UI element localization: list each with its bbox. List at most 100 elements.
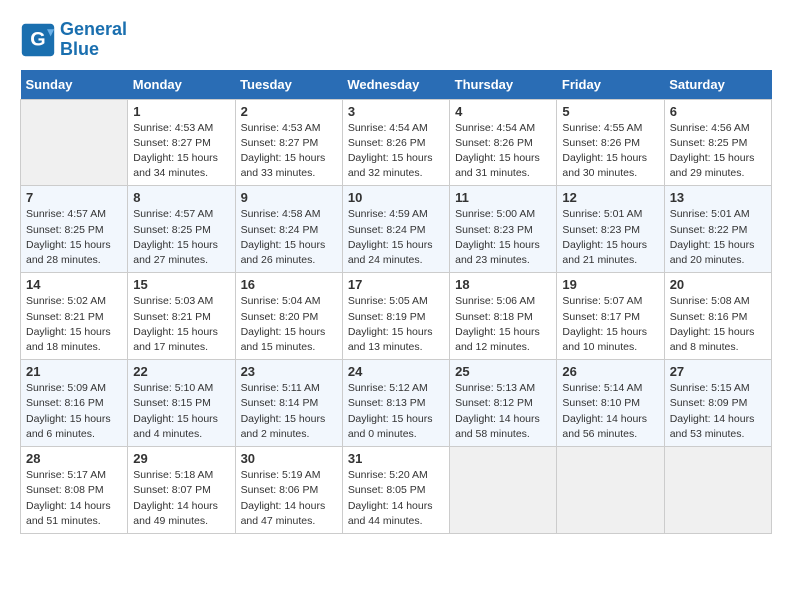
day-details: Sunrise: 5:00 AMSunset: 8:23 PMDaylight:… (455, 207, 551, 268)
week-row-5: 28 Sunrise: 5:17 AMSunset: 8:08 PMDayligh… (21, 447, 772, 534)
day-cell: 29 Sunrise: 5:18 AMSunset: 8:07 PMDayligh… (128, 447, 235, 534)
day-details: Sunrise: 5:14 AMSunset: 8:10 PMDaylight:… (562, 381, 658, 442)
day-cell: 27 Sunrise: 5:15 AMSunset: 8:09 PMDayligh… (664, 360, 771, 447)
day-details: Sunrise: 4:58 AMSunset: 8:24 PMDaylight:… (241, 207, 337, 268)
day-details: Sunrise: 5:07 AMSunset: 8:17 PMDaylight:… (562, 294, 658, 355)
day-cell: 10 Sunrise: 4:59 AMSunset: 8:24 PMDayligh… (342, 186, 449, 273)
week-row-2: 7 Sunrise: 4:57 AMSunset: 8:25 PMDaylight… (21, 186, 772, 273)
day-details: Sunrise: 5:03 AMSunset: 8:21 PMDaylight:… (133, 294, 229, 355)
day-number: 25 (455, 364, 551, 379)
day-cell: 7 Sunrise: 4:57 AMSunset: 8:25 PMDaylight… (21, 186, 128, 273)
day-number: 4 (455, 104, 551, 119)
day-cell: 20 Sunrise: 5:08 AMSunset: 8:16 PMDayligh… (664, 273, 771, 360)
day-details: Sunrise: 4:53 AMSunset: 8:27 PMDaylight:… (241, 121, 337, 182)
day-cell: 2 Sunrise: 4:53 AMSunset: 8:27 PMDaylight… (235, 99, 342, 186)
logo-text: General Blue (60, 20, 127, 60)
day-cell: 26Sunrise: 5:14 AMSunset: 8:10 PMDayligh… (557, 360, 664, 447)
day-number: 12 (562, 190, 658, 205)
day-cell: 21 Sunrise: 5:09 AMSunset: 8:16 PMDayligh… (21, 360, 128, 447)
day-number: 5 (562, 104, 658, 119)
day-number: 21 (26, 364, 122, 379)
day-number: 22 (133, 364, 229, 379)
day-number: 31 (348, 451, 444, 466)
day-cell: 31 Sunrise: 5:20 AMSunset: 8:05 PMDayligh… (342, 447, 449, 534)
week-row-3: 14 Sunrise: 5:02 AMSunset: 8:21 PMDayligh… (21, 273, 772, 360)
week-row-1: 1Sunrise: 4:53 AMSunset: 8:27 PMDaylight… (21, 99, 772, 186)
day-details: Sunrise: 5:13 AMSunset: 8:12 PMDaylight:… (455, 381, 551, 442)
day-details: Sunrise: 4:55 AMSunset: 8:26 PMDaylight:… (562, 121, 658, 182)
day-number: 15 (133, 277, 229, 292)
header-cell-saturday: Saturday (664, 70, 771, 100)
day-details: Sunrise: 4:57 AMSunset: 8:25 PMDaylight:… (133, 207, 229, 268)
day-details: Sunrise: 5:09 AMSunset: 8:16 PMDaylight:… (26, 381, 122, 442)
day-number: 14 (26, 277, 122, 292)
calendar-body: 1Sunrise: 4:53 AMSunset: 8:27 PMDaylight… (21, 99, 772, 533)
day-cell: 23 Sunrise: 5:11 AMSunset: 8:14 PMDayligh… (235, 360, 342, 447)
day-number: 20 (670, 277, 766, 292)
header-cell-monday: Monday (128, 70, 235, 100)
day-details: Sunrise: 4:57 AMSunset: 8:25 PMDaylight:… (26, 207, 122, 268)
day-details: Sunrise: 5:18 AMSunset: 8:07 PMDaylight:… (133, 468, 229, 529)
day-details: Sunrise: 5:05 AMSunset: 8:19 PMDaylight:… (348, 294, 444, 355)
day-cell: 28 Sunrise: 5:17 AMSunset: 8:08 PMDayligh… (21, 447, 128, 534)
day-cell: 15 Sunrise: 5:03 AMSunset: 8:21 PMDayligh… (128, 273, 235, 360)
day-details: Sunrise: 4:56 AMSunset: 8:25 PMDaylight:… (670, 121, 766, 182)
day-number: 2 (241, 104, 337, 119)
day-details: Sunrise: 5:17 AMSunset: 8:08 PMDaylight:… (26, 468, 122, 529)
day-cell (450, 447, 557, 534)
day-cell: 19 Sunrise: 5:07 AMSunset: 8:17 PMDayligh… (557, 273, 664, 360)
day-cell: 24 Sunrise: 5:12 AMSunset: 8:13 PMDayligh… (342, 360, 449, 447)
day-number: 10 (348, 190, 444, 205)
day-cell: 18 Sunrise: 5:06 AMSunset: 8:18 PMDayligh… (450, 273, 557, 360)
day-details: Sunrise: 5:08 AMSunset: 8:16 PMDaylight:… (670, 294, 766, 355)
header-cell-friday: Friday (557, 70, 664, 100)
day-details: Sunrise: 5:19 AMSunset: 8:06 PMDaylight:… (241, 468, 337, 529)
day-number: 18 (455, 277, 551, 292)
day-details: Sunrise: 4:59 AMSunset: 8:24 PMDaylight:… (348, 207, 444, 268)
day-number: 27 (670, 364, 766, 379)
day-details: Sunrise: 5:15 AMSunset: 8:09 PMDaylight:… (670, 381, 766, 442)
day-cell: 14 Sunrise: 5:02 AMSunset: 8:21 PMDayligh… (21, 273, 128, 360)
day-cell: 25 Sunrise: 5:13 AMSunset: 8:12 PMDayligh… (450, 360, 557, 447)
day-details: Sunrise: 4:54 AMSunset: 8:26 PMDaylight:… (455, 121, 551, 182)
day-number: 3 (348, 104, 444, 119)
day-cell: 3 Sunrise: 4:54 AMSunset: 8:26 PMDaylight… (342, 99, 449, 186)
logo: G General Blue (20, 20, 127, 60)
header-cell-tuesday: Tuesday (235, 70, 342, 100)
day-number: 28 (26, 451, 122, 466)
day-cell: 9Sunrise: 4:58 AMSunset: 8:24 PMDaylight… (235, 186, 342, 273)
day-cell: 4 Sunrise: 4:54 AMSunset: 8:26 PMDaylight… (450, 99, 557, 186)
day-number: 23 (241, 364, 337, 379)
page-header: G General Blue (20, 20, 772, 60)
day-details: Sunrise: 4:53 AMSunset: 8:27 PMDaylight:… (133, 121, 229, 182)
day-cell (557, 447, 664, 534)
day-cell: 22Sunrise: 5:10 AMSunset: 8:15 PMDayligh… (128, 360, 235, 447)
day-number: 13 (670, 190, 766, 205)
day-details: Sunrise: 5:06 AMSunset: 8:18 PMDaylight:… (455, 294, 551, 355)
day-details: Sunrise: 4:54 AMSunset: 8:26 PMDaylight:… (348, 121, 444, 182)
header-cell-wednesday: Wednesday (342, 70, 449, 100)
day-number: 19 (562, 277, 658, 292)
day-details: Sunrise: 5:20 AMSunset: 8:05 PMDaylight:… (348, 468, 444, 529)
header-row: SundayMondayTuesdayWednesdayThursdayFrid… (21, 70, 772, 100)
day-number: 16 (241, 277, 337, 292)
week-row-4: 21 Sunrise: 5:09 AMSunset: 8:16 PMDayligh… (21, 360, 772, 447)
day-number: 6 (670, 104, 766, 119)
day-cell: 13 Sunrise: 5:01 AMSunset: 8:22 PMDayligh… (664, 186, 771, 273)
day-cell (21, 99, 128, 186)
day-cell: 17 Sunrise: 5:05 AMSunset: 8:19 PMDayligh… (342, 273, 449, 360)
day-details: Sunrise: 5:11 AMSunset: 8:14 PMDaylight:… (241, 381, 337, 442)
day-number: 17 (348, 277, 444, 292)
day-cell: 1Sunrise: 4:53 AMSunset: 8:27 PMDaylight… (128, 99, 235, 186)
day-details: Sunrise: 5:02 AMSunset: 8:21 PMDaylight:… (26, 294, 122, 355)
day-cell: 8Sunrise: 4:57 AMSunset: 8:25 PMDaylight… (128, 186, 235, 273)
header-cell-sunday: Sunday (21, 70, 128, 100)
day-details: Sunrise: 5:01 AMSunset: 8:22 PMDaylight:… (670, 207, 766, 268)
day-number: 30 (241, 451, 337, 466)
day-number: 7 (26, 190, 122, 205)
day-cell: 11Sunrise: 5:00 AMSunset: 8:23 PMDayligh… (450, 186, 557, 273)
day-number: 24 (348, 364, 444, 379)
calendar-header: SundayMondayTuesdayWednesdayThursdayFrid… (21, 70, 772, 100)
day-number: 29 (133, 451, 229, 466)
day-details: Sunrise: 5:12 AMSunset: 8:13 PMDaylight:… (348, 381, 444, 442)
